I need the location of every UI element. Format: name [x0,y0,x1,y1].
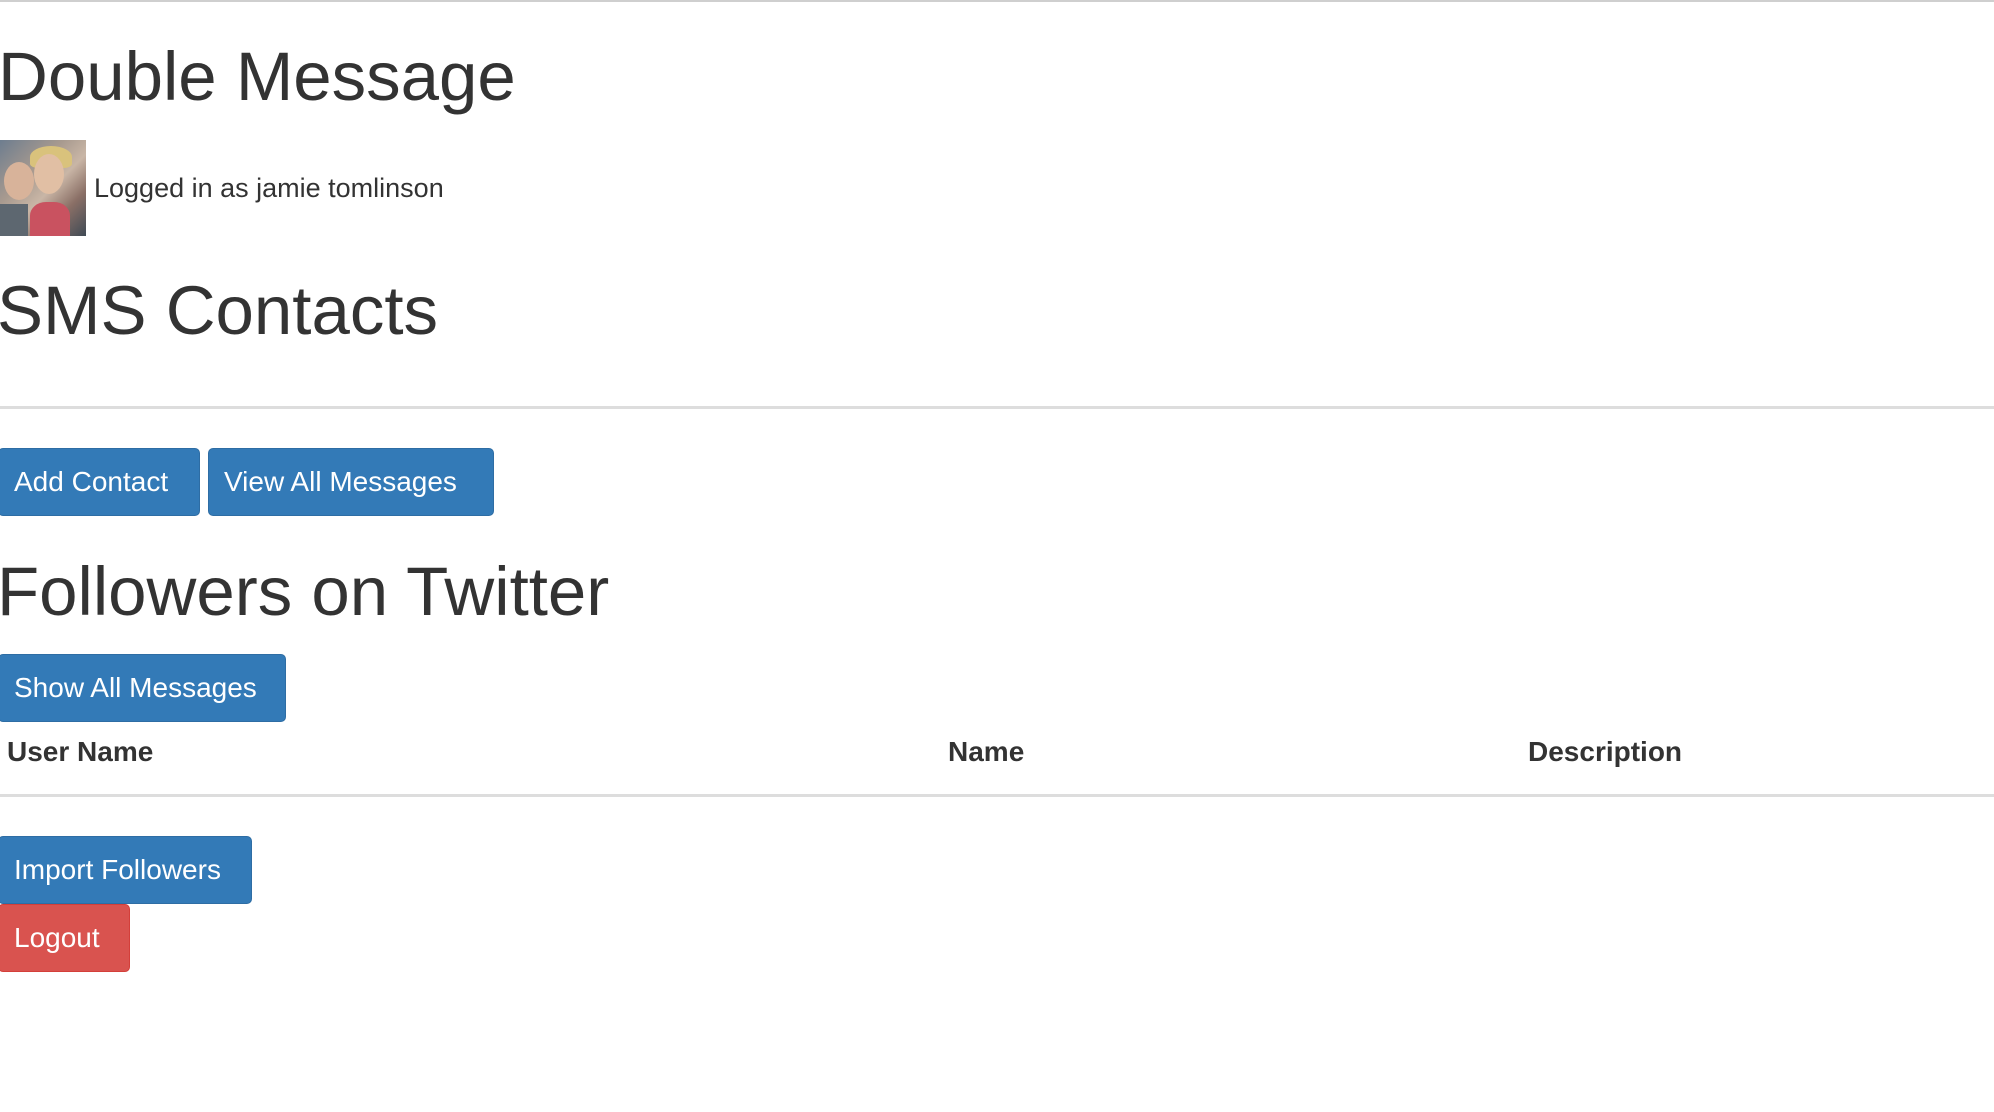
column-header-name: Name [948,736,1025,767]
logged-in-label: Logged in as jamie tomlinson [94,172,444,203]
import-followers-button[interactable]: Import Followers [0,836,252,904]
show-all-messages-button[interactable]: Show All Messages [0,654,286,722]
add-contact-button[interactable]: Add Contact [0,448,200,516]
top-divider [0,0,1994,2]
sms-contacts-heading: SMS Contacts [0,272,438,349]
section-divider [0,406,1994,409]
table-header-divider [0,794,1994,797]
app-title: Double Message [0,38,516,115]
logout-button[interactable]: Logout [0,904,130,972]
avatar [0,140,86,236]
column-header-user-name: User Name [7,736,154,767]
column-header-description: Description [1528,736,1683,767]
view-all-messages-button[interactable]: View All Messages [208,448,494,516]
followers-table-header: User Name Name Description [0,736,1994,778]
twitter-followers-heading: Followers on Twitter [0,553,610,630]
page: Double Message Logged in as jamie tomlin… [0,0,1994,1112]
user-info: Logged in as jamie tomlinson [0,140,444,236]
